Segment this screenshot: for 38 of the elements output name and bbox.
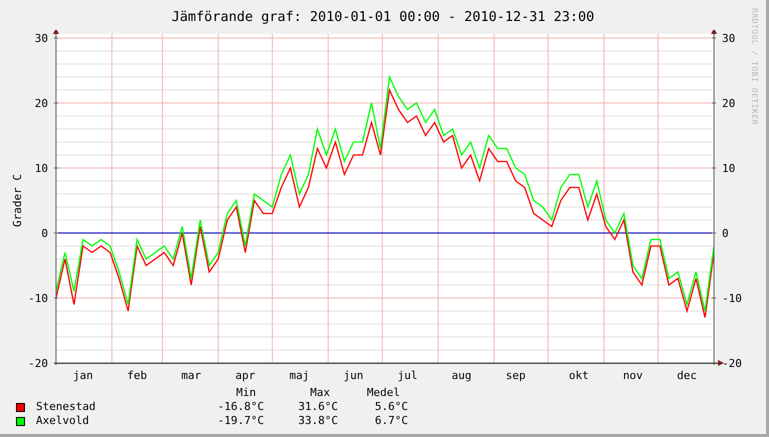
- axis-label: -20: [28, 357, 48, 370]
- axis-label: 30: [34, 32, 48, 45]
- axis-label: apr: [235, 369, 256, 382]
- axis-label: feb: [127, 369, 148, 382]
- axis-title: Grader C: [11, 174, 24, 227]
- axis-label: 20: [34, 97, 48, 110]
- column-header: Max: [309, 386, 331, 400]
- axis-label: -20: [722, 357, 742, 370]
- axis-label: maj: [289, 369, 310, 382]
- stat-value: 33.8°C: [297, 414, 338, 428]
- axis-label: mar: [181, 369, 202, 382]
- axis-label: jan: [73, 369, 93, 382]
- stat-value: -16.8°C: [216, 400, 264, 414]
- column-header: Medel: [366, 386, 401, 400]
- axis-label: nov: [622, 369, 643, 382]
- axis-label: 30: [722, 32, 736, 45]
- axis-label: jul: [398, 369, 418, 382]
- legend-label: Axelvold: [35, 414, 90, 428]
- axis-label: okt: [568, 369, 589, 382]
- axis-label: dec: [677, 369, 697, 382]
- chart-title: Jämförande graf: 2010-01-01 00:00 - 2010-12-31 23:00: [172, 9, 594, 25]
- axis-label: jun: [344, 369, 364, 382]
- axis-label: -10: [722, 292, 742, 305]
- axis-label: -10: [28, 292, 48, 305]
- stat-value: -19.7°C: [216, 414, 264, 428]
- credit-text: RRDTOOL / TOBI OETIKER: [749, 8, 760, 125]
- column-header: Min: [235, 386, 257, 400]
- stat-value: 6.7°C: [374, 414, 408, 428]
- axis-label: sep: [506, 369, 526, 382]
- axis-label: 20: [722, 97, 736, 110]
- axis-label: aug: [452, 369, 472, 382]
- axis-label: 0: [41, 227, 48, 240]
- stat-value: 31.6°C: [297, 400, 338, 414]
- axis-label: 10: [722, 162, 736, 175]
- legend-label: Stenestad: [35, 400, 97, 414]
- axis-label: 0: [722, 227, 729, 240]
- axis-label: 10: [34, 162, 48, 175]
- stat-value: 5.6°C: [374, 400, 408, 414]
